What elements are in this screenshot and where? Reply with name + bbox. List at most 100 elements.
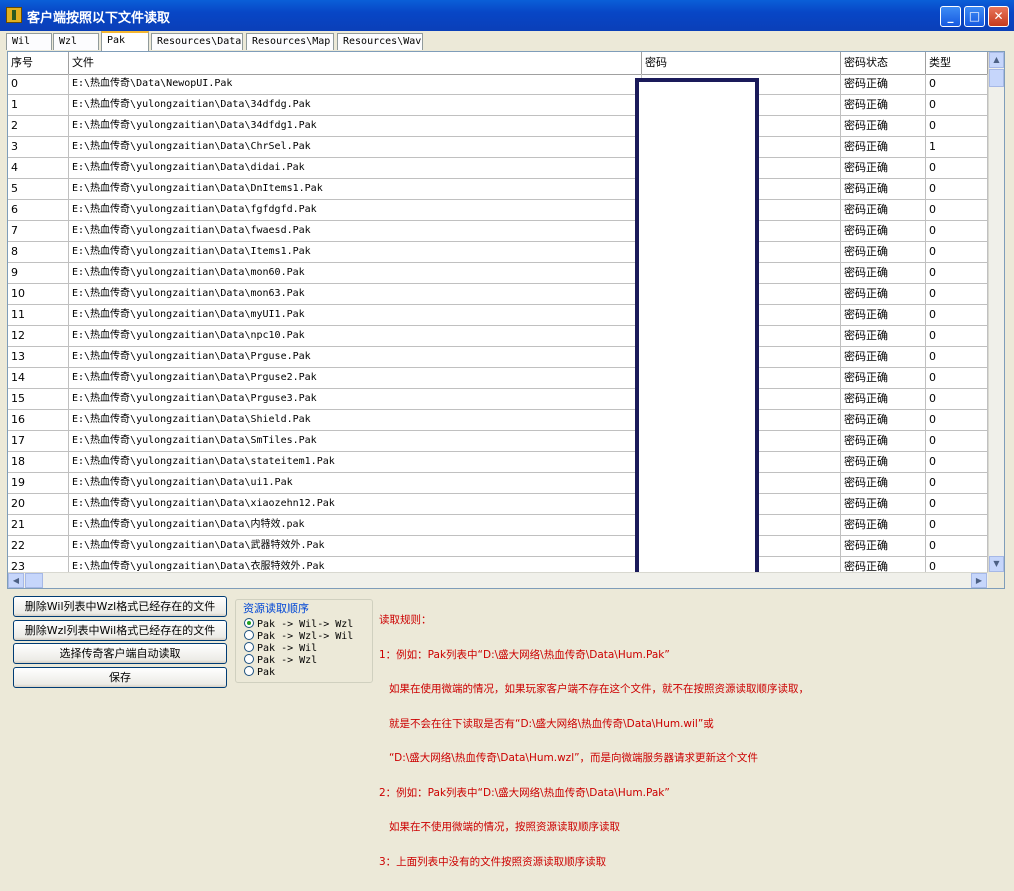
column-header-no[interactable]: 序号 [8,52,69,74]
cell-no[interactable]: 17 [8,431,69,452]
cell-type[interactable]: 0 [926,200,988,221]
cell-type[interactable]: 0 [926,326,988,347]
cell-type[interactable]: 0 [926,95,988,116]
cell-type[interactable]: 0 [926,410,988,431]
scroll-left-arrow-icon[interactable]: ◀ [8,573,24,588]
cell-password-status[interactable]: 密码正确 [841,368,926,389]
table-row[interactable]: 20 E:\热血传奇\yulongzaitian\Data\xiaozehn12.… [8,494,988,515]
cell-no[interactable]: 20 [8,494,69,515]
column-header-type[interactable]: 类型 [926,52,988,74]
table-row[interactable]: 16 E:\热血传奇\yulongzaitian\Data\Shield.Pak 密… [8,410,988,431]
radio-icon[interactable] [244,666,254,676]
tab-wil[interactable]: Wil [6,33,52,50]
radio-icon[interactable] [244,654,254,664]
table-row[interactable]: 11 E:\热血传奇\yulongzaitian\Data\myUI1.Pak 密码… [8,305,988,326]
radio-icon[interactable] [244,630,254,640]
cell-type[interactable]: 1 [926,137,988,158]
cell-type[interactable]: 0 [926,179,988,200]
column-header-file[interactable]: 文件 [69,52,642,74]
cell-password-status[interactable]: 密码正确 [841,536,926,557]
cell-password-status[interactable]: 密码正确 [841,326,926,347]
table-row[interactable]: 6 E:\热血传奇\yulongzaitian\Data\fgfdgfd.Pak 密… [8,200,988,221]
column-header-password[interactable]: 密码 [642,52,841,74]
table-row[interactable]: 19 E:\热血传奇\yulongzaitian\Data\ui1.Pak 密码正确… [8,473,988,494]
cell-password-status[interactable]: 密码正确 [841,473,926,494]
cell-file[interactable]: E:\热血传奇\yulongzaitian\Data\ui1.Pak [69,473,642,494]
table-row[interactable]: 1 E:\热血传奇\yulongzaitian\Data\34dfdg.Pak 密码… [8,95,988,116]
cell-password-status[interactable]: 密码正确 [841,179,926,200]
cell-password-status[interactable]: 密码正确 [841,389,926,410]
radio-selected-icon[interactable] [244,618,254,628]
tab-pak[interactable]: Pak [101,31,149,51]
cell-no[interactable]: 3 [8,137,69,158]
cell-file[interactable]: E:\热血传奇\yulongzaitian\Data\Prguse.Pak [69,347,642,368]
cell-no[interactable]: 22 [8,536,69,557]
cell-no[interactable]: 18 [8,452,69,473]
cell-no[interactable]: 5 [8,179,69,200]
cell-type[interactable]: 0 [926,74,988,95]
cell-file[interactable]: E:\热血传奇\yulongzaitian\Data\myUI1.Pak [69,305,642,326]
cell-file[interactable]: E:\热血传奇\yulongzaitian\Data\didai.Pak [69,158,642,179]
cell-no[interactable]: 14 [8,368,69,389]
delete-wzl-duplicates-button[interactable]: 删除Wzl列表中Wil格式已经存在的文件 [13,620,227,641]
cell-password-status[interactable]: 密码正确 [841,431,926,452]
cell-type[interactable]: 0 [926,473,988,494]
radio-pak-wzl[interactable]: Pak -> Wzl [244,654,317,666]
tab-resources-wav[interactable]: Resources\Wav [337,33,423,50]
cell-type[interactable]: 0 [926,116,988,137]
column-header-password-status[interactable]: 密码状态 [841,52,926,74]
table-row[interactable]: 9 E:\热血传奇\yulongzaitian\Data\mon60.Pak 密码正… [8,263,988,284]
cell-password-status[interactable]: 密码正确 [841,242,926,263]
table-row[interactable]: 3 E:\热血传奇\yulongzaitian\Data\ChrSel.Pak 密码… [8,137,988,158]
table-row[interactable]: 4 E:\热血传奇\yulongzaitian\Data\didai.Pak 密码正… [8,158,988,179]
cell-file[interactable]: E:\热血传奇\yulongzaitian\Data\Items1.Pak [69,242,642,263]
cell-type[interactable]: 0 [926,536,988,557]
cell-file[interactable]: E:\热血传奇\yulongzaitian\Data\fgfdgfd.Pak [69,200,642,221]
cell-password-status[interactable]: 密码正确 [841,410,926,431]
cell-type[interactable]: 0 [926,431,988,452]
cell-file[interactable]: E:\热血传奇\yulongzaitian\Data\fwaesd.Pak [69,221,642,242]
tab-wzl[interactable]: Wzl [53,33,99,50]
cell-file[interactable]: E:\热血传奇\yulongzaitian\Data\Prguse3.Pak [69,389,642,410]
cell-type[interactable]: 0 [926,158,988,179]
cell-file[interactable]: E:\热血传奇\Data\NewopUI.Pak [69,74,642,95]
cell-file[interactable]: E:\热血传奇\yulongzaitian\Data\SmTiles.Pak [69,431,642,452]
cell-password-status[interactable]: 密码正确 [841,221,926,242]
tab-resources-data[interactable]: Resources\Data [151,33,243,50]
cell-no[interactable]: 15 [8,389,69,410]
table-row[interactable]: 2 E:\热血传奇\yulongzaitian\Data\34dfdg1.Pak 密… [8,116,988,137]
cell-type[interactable]: 0 [926,368,988,389]
cell-no[interactable]: 1 [8,95,69,116]
table-row[interactable]: 15 E:\热血传奇\yulongzaitian\Data\Prguse3.Pak… [8,389,988,410]
file-table[interactable]: 序号 文件 密码 密码状态 类型 0 E:\热血传奇\Data\NewopUI.P… [7,51,1005,589]
cell-file[interactable]: E:\热血传奇\yulongzaitian\Data\DnItems1.Pak [69,179,642,200]
table-row[interactable]: 8 E:\热血传奇\yulongzaitian\Data\Items1.Pak 密码… [8,242,988,263]
table-row[interactable]: 14 E:\热血传奇\yulongzaitian\Data\Prguse2.Pak… [8,368,988,389]
radio-icon[interactable] [244,642,254,652]
title-bar[interactable]: 客户端按照以下文件读取 _ □ ✕ [0,0,1014,31]
cell-file[interactable]: E:\热血传奇\yulongzaitian\Data\mon63.Pak [69,284,642,305]
tab-resources-map[interactable]: Resources\Map [246,33,334,50]
cell-file[interactable]: E:\热血传奇\yulongzaitian\Data\npc10.Pak [69,326,642,347]
cell-file[interactable]: E:\热血传奇\yulongzaitian\Data\xiaozehn12.Pa… [69,494,642,515]
cell-no[interactable]: 4 [8,158,69,179]
cell-file[interactable]: E:\热血传奇\yulongzaitian\Data\Prguse2.Pak [69,368,642,389]
table-row[interactable]: 22 E:\热血传奇\yulongzaitian\Data\武器特效外.Pak 密码… [8,536,988,557]
cell-password-status[interactable]: 密码正确 [841,95,926,116]
cell-password-status[interactable]: 密码正确 [841,74,926,95]
cell-type[interactable]: 0 [926,452,988,473]
cell-file[interactable]: E:\热血传奇\yulongzaitian\Data\34dfdg1.Pak [69,116,642,137]
cell-no[interactable]: 8 [8,242,69,263]
close-button[interactable]: ✕ [988,6,1009,27]
cell-password-status[interactable]: 密码正确 [841,494,926,515]
select-client-auto-read-button[interactable]: 选择传奇客户端自动读取 [13,643,227,664]
cell-no[interactable]: 19 [8,473,69,494]
cell-no[interactable]: 11 [8,305,69,326]
cell-no[interactable]: 9 [8,263,69,284]
cell-no[interactable]: 13 [8,347,69,368]
table-row[interactable]: 10 E:\热血传奇\yulongzaitian\Data\mon63.Pak 密码… [8,284,988,305]
cell-no[interactable]: 0 [8,74,69,95]
cell-no[interactable]: 10 [8,284,69,305]
cell-file[interactable]: E:\热血传奇\yulongzaitian\Data\stateitem1.Pa… [69,452,642,473]
table-row[interactable]: 0 E:\热血传奇\Data\NewopUI.Pak 密码正确 0 [8,74,988,95]
